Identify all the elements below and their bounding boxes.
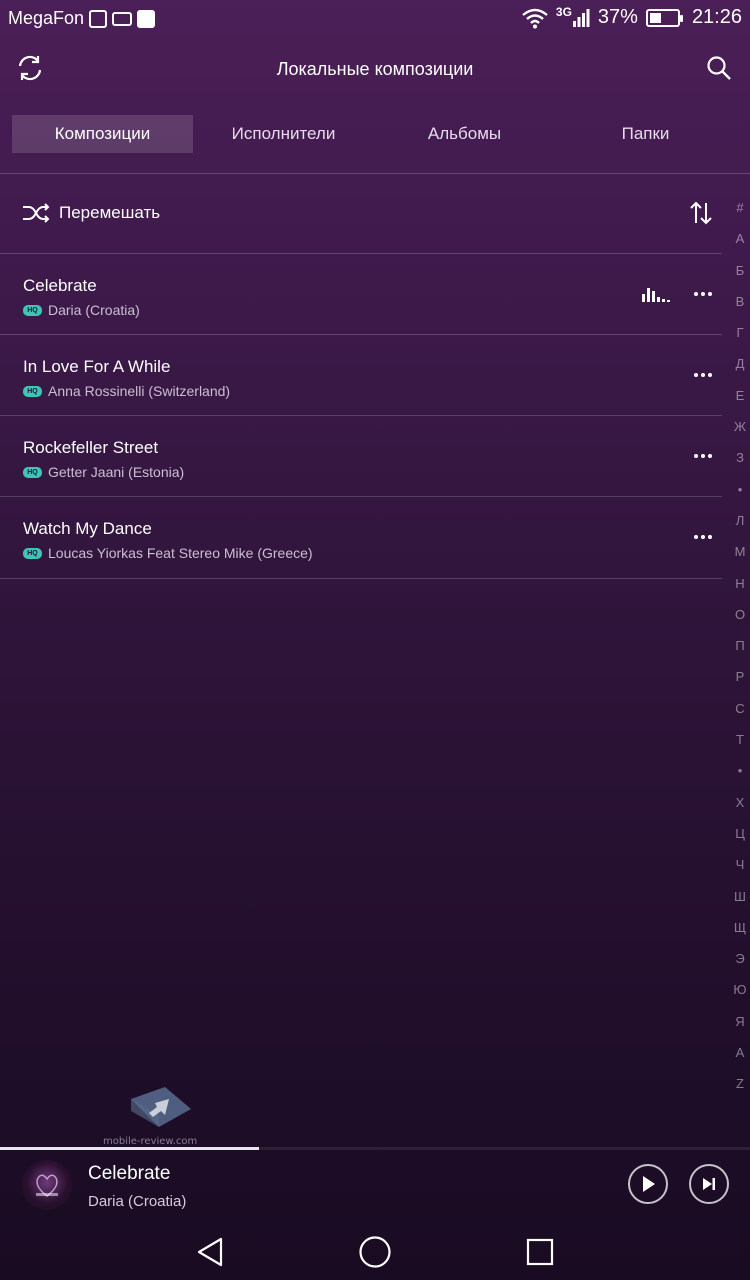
album-art[interactable] [22, 1160, 72, 1210]
alphabet-index-letter[interactable]: З [730, 442, 750, 473]
status-bar: MegaFon 3G 37% 21:26 [0, 0, 750, 38]
hq-badge: HQ [23, 385, 42, 397]
watermark-logo-icon [131, 1087, 191, 1127]
song-title: Celebrate [23, 276, 97, 295]
alphabet-index-letter[interactable]: Э [730, 943, 750, 974]
recents-button[interactable] [520, 1232, 560, 1272]
alphabet-index-letter[interactable]: Ю [730, 974, 750, 1005]
tab-songs[interactable]: Композиции [12, 115, 193, 153]
alphabet-index[interactable]: # A Б В Г Д Е Ж З • Л М Н О П Р С Т • Х Ц Ч Ш Щ Э Ю Я A Z [730, 192, 750, 1100]
alphabet-index-letter[interactable]: Б [730, 255, 750, 286]
song-row[interactable]: In Love For A While HQ Anna Rossinelli (… [0, 335, 722, 416]
divider [0, 578, 722, 579]
home-icon [359, 1236, 391, 1268]
alphabet-index-letter[interactable]: О [730, 599, 750, 630]
song-title: In Love For A While [23, 357, 171, 376]
hq-badge: HQ [23, 466, 42, 478]
song-title: Rockefeller Street [23, 438, 159, 457]
now-playing-title: Celebrate [88, 1163, 171, 1184]
search-icon [707, 56, 731, 80]
shuffle-icon [23, 203, 50, 223]
tab-albums[interactable]: Альбомы [374, 115, 555, 153]
song-row[interactable]: Celebrate HQ Daria (Croatia) [0, 254, 722, 335]
alphabet-index-letter[interactable]: Х [730, 787, 750, 818]
alphabet-index-letter[interactable]: Н [730, 568, 750, 599]
equalizer-icon [642, 288, 670, 302]
alphabet-index-letter[interactable]: A [730, 223, 750, 254]
play-button[interactable] [628, 1164, 668, 1204]
alphabet-index-letter[interactable]: Я [730, 1006, 750, 1037]
alphabet-index-letter[interactable]: Ж [730, 411, 750, 442]
song-row[interactable]: Watch My Dance HQ Loucas Yiorkas Feat St… [0, 497, 722, 578]
sort-icon [690, 201, 712, 225]
alphabet-index-letter[interactable]: П [730, 630, 750, 661]
now-playing-artist: Daria (Croatia) [88, 1193, 187, 1210]
tab-folders[interactable]: Папки [555, 115, 736, 153]
song-row[interactable]: Rockefeller Street HQ Getter Jaani (Esto… [0, 416, 722, 497]
next-icon [703, 1178, 715, 1190]
tab-bar: Композиции Исполнители Альбомы Папки [12, 115, 738, 153]
more-icon[interactable] [694, 454, 712, 458]
alphabet-index-letter[interactable]: С [730, 693, 750, 724]
hq-badge: HQ [23, 304, 42, 316]
app-bar: Локальные композиции [0, 38, 750, 100]
keyboard-notification-icon [112, 11, 133, 26]
alphabet-index-letter[interactable]: Щ [730, 912, 750, 943]
more-icon[interactable] [694, 292, 712, 296]
watermark-text: mobile-review.com [103, 1136, 198, 1147]
page-title: Локальные композиции [276, 59, 474, 79]
clipboard-notification-icon [137, 9, 156, 28]
alphabet-index-letter[interactable]: Т [730, 724, 750, 755]
alphabet-index-letter[interactable]: Ш [730, 881, 750, 912]
more-icon[interactable] [694, 535, 712, 539]
alphabet-index-letter[interactable]: Е [730, 380, 750, 411]
song-artist: Getter Jaani (Estonia) [48, 464, 185, 480]
alphabet-index-letter[interactable]: Ч [730, 849, 750, 880]
wifi-icon [522, 8, 548, 28]
navigation-bar [0, 1220, 750, 1280]
alphabet-index-letter[interactable]: A [730, 1037, 750, 1068]
shuffle-label: Перемешать [59, 203, 161, 222]
shuffle-row[interactable]: Перемешать [0, 174, 720, 253]
battery-icon [645, 8, 683, 27]
alphabet-index-letter[interactable]: Ц [730, 818, 750, 849]
sort-button[interactable] [688, 200, 714, 226]
back-icon [197, 1237, 223, 1267]
carrier-name: MegaFon [8, 8, 85, 28]
battery-percent: 37% [597, 6, 638, 28]
image-notification-icon [89, 9, 108, 28]
mini-player[interactable]: Celebrate Daria (Croatia) [0, 1150, 750, 1220]
alphabet-index-letter[interactable]: Д [730, 348, 750, 379]
next-button[interactable] [689, 1164, 729, 1204]
alphabet-index-letter[interactable]: • [730, 474, 750, 505]
hq-badge: HQ [23, 547, 42, 559]
alphabet-index-letter[interactable]: Z [730, 1068, 750, 1099]
network-type: 3G [555, 4, 572, 19]
more-icon[interactable] [694, 373, 712, 377]
alphabet-index-letter[interactable]: • [730, 755, 750, 786]
recents-icon [526, 1238, 554, 1266]
alphabet-index-letter[interactable]: Г [730, 317, 750, 348]
alphabet-index-letter[interactable]: # [730, 192, 750, 223]
alphabet-index-letter[interactable]: М [730, 536, 750, 567]
home-button[interactable] [355, 1232, 395, 1272]
song-artist: Daria (Croatia) [48, 302, 140, 318]
alphabet-index-letter[interactable]: Л [730, 505, 750, 536]
signal-icon [572, 8, 590, 27]
song-artist: Anna Rossinelli (Switzerland) [48, 383, 231, 399]
alphabet-index-letter[interactable]: Р [730, 661, 750, 692]
play-icon [643, 1176, 655, 1192]
clock: 21:26 [691, 6, 742, 28]
alphabet-index-letter[interactable]: В [730, 286, 750, 317]
back-button[interactable] [190, 1232, 230, 1272]
song-artist: Loucas Yiorkas Feat Stereo Mike (Greece) [48, 545, 313, 561]
watermark: mobile-review.com [100, 1085, 220, 1150]
album-heart-icon [36, 1174, 58, 1197]
tab-artists[interactable]: Исполнители [193, 115, 374, 153]
song-title: Watch My Dance [23, 519, 152, 538]
search-button[interactable] [703, 52, 735, 84]
